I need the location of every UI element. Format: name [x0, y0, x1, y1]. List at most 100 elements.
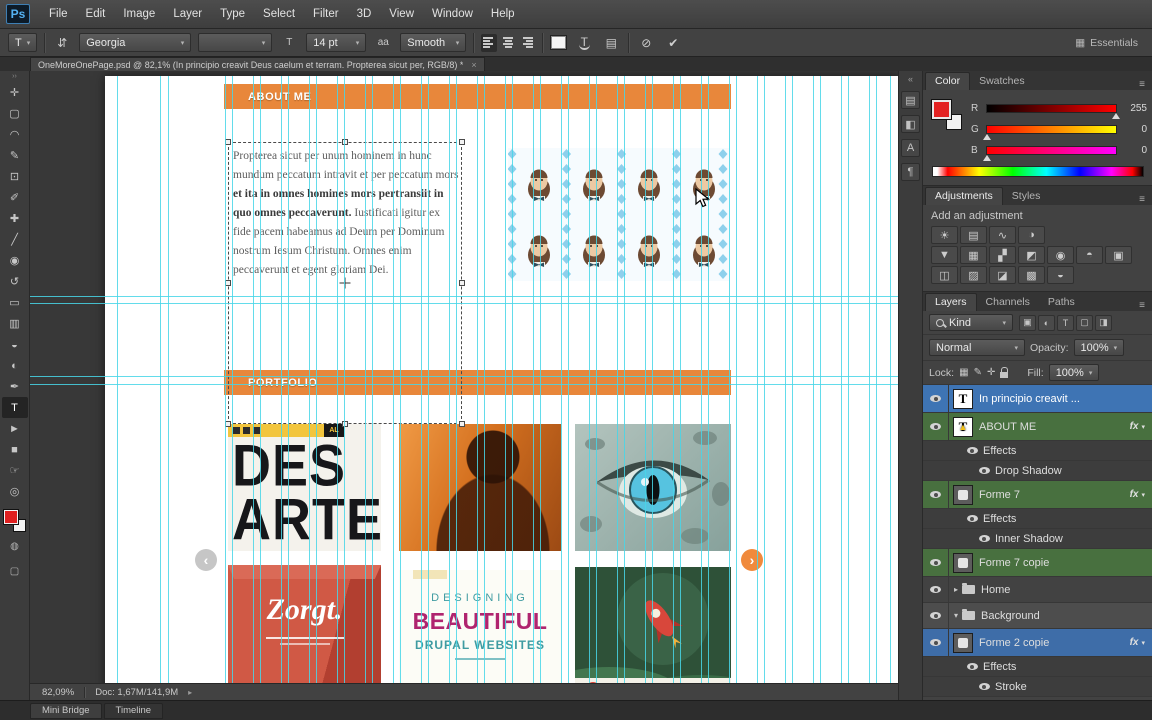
selective-color-adjustment-icon[interactable]: ◒ [1047, 266, 1074, 284]
levels-adjustment-icon[interactable]: ▤ [960, 226, 987, 244]
menu-help[interactable]: Help [482, 0, 524, 29]
panel-menu-icon[interactable]: ≡ [1132, 300, 1152, 311]
channel-mixer-adjustment-icon[interactable]: ◓ [1076, 246, 1103, 264]
smart-object-filter[interactable]: ◨ [1095, 314, 1112, 331]
visibility-eye-icon[interactable] [978, 683, 990, 690]
layer-row-effects[interactable]: Effects [923, 657, 1152, 677]
dodge-tool[interactable]: ◐ [2, 355, 28, 376]
lock-transparency[interactable]: ▦ [959, 367, 968, 378]
layer-row-stroke[interactable]: Stroke [923, 677, 1152, 697]
workspace-switcher[interactable]: ▦ Essentials [1075, 37, 1144, 49]
layer-row-inner-shadow[interactable]: Inner Shadow [923, 529, 1152, 549]
commit-edit-icon[interactable]: ✔ [663, 33, 683, 53]
eyedropper-tool[interactable]: ✐ [2, 187, 28, 208]
color-slider-b[interactable]: B0 [971, 140, 1147, 161]
layer-row-background[interactable]: ▾ Background [923, 603, 1152, 629]
font-size-select[interactable]: 14 pt ▾ [306, 33, 367, 52]
brush-tool[interactable]: ╱ [2, 229, 28, 250]
type-tool[interactable]: T [1, 397, 28, 418]
rectangular-marquee-tool[interactable]: ▢ [2, 103, 28, 124]
blend-mode-select[interactable]: Normal ▾ [929, 339, 1025, 356]
tool-preset-picker[interactable]: T ▾ [8, 33, 38, 52]
quick-selection-tool[interactable]: ✎ [2, 145, 28, 166]
visibility-eye-icon[interactable] [930, 586, 941, 593]
eraser-tool[interactable]: ▭ [2, 292, 28, 313]
tab-paths[interactable]: Paths [1039, 294, 1084, 311]
selection-handle[interactable] [459, 139, 465, 145]
menu-select[interactable]: Select [254, 0, 304, 29]
screen-mode-icon[interactable]: ▢ [2, 561, 28, 582]
pixel-layer-filter[interactable]: ▣ [1019, 314, 1036, 331]
layer-filter-select[interactable]: Kind ▾ [929, 314, 1013, 331]
toggle-panels-icon[interactable]: ▤ [601, 33, 621, 53]
selection-handle[interactable] [342, 139, 348, 145]
zoom-level[interactable]: 82,09% [42, 687, 74, 698]
lock-position[interactable]: ✛ [987, 367, 995, 378]
opacity-select[interactable]: 100% ▾ [1073, 339, 1125, 356]
expand-panels-icon[interactable]: « [908, 74, 913, 84]
adjustment-layer-filter[interactable]: ◐ [1038, 314, 1055, 331]
menu-type[interactable]: Type [211, 0, 254, 29]
clone-stamp-tool[interactable]: ◉ [2, 250, 28, 271]
menu-layer[interactable]: Layer [164, 0, 211, 29]
menu-image[interactable]: Image [114, 0, 164, 29]
selection-handle[interactable] [459, 280, 465, 286]
hand-tool[interactable]: ☞ [2, 460, 28, 481]
threshold-adjustment-icon[interactable]: ◪ [989, 266, 1016, 284]
toolbar-collapse-icon[interactable]: ›› [12, 73, 17, 80]
font-family-select[interactable]: Georgia ▾ [79, 33, 192, 52]
font-style-select[interactable]: ▾ [198, 33, 273, 52]
text-color-swatch[interactable] [550, 35, 568, 50]
tab-adjustments[interactable]: Adjustments [925, 187, 1003, 205]
invert-adjustment-icon[interactable]: ◫ [931, 266, 958, 284]
rectangle-tool[interactable]: ■ [2, 439, 28, 460]
document-canvas[interactable]: ABOUT ME Propterea sicut per unum homine… [30, 71, 898, 700]
layer-effects-badge[interactable]: fx ▾ [1130, 637, 1152, 648]
gradient-tool[interactable]: ▥ [2, 313, 28, 334]
cancel-edit-icon[interactable]: ⊘ [636, 33, 656, 53]
layer-effects-badge[interactable]: fx ▾ [1130, 489, 1152, 500]
text-orientation-icon[interactable]: ⇵ [52, 33, 72, 53]
status-flyout-icon[interactable]: ▸ [188, 688, 192, 697]
layer-effects-badge[interactable]: fx ▾ [1130, 421, 1152, 432]
group-expand-icon[interactable]: ▸ [954, 585, 958, 594]
layer-row-forme-7-copie[interactable]: Forme 7 copie [923, 549, 1152, 577]
layer-row-effects[interactable]: Effects [923, 509, 1152, 529]
posterize-adjustment-icon[interactable]: ▨ [960, 266, 987, 284]
crop-tool[interactable]: ⊡ [2, 166, 28, 187]
align-right-icon[interactable] [519, 34, 535, 52]
visibility-eye-icon[interactable] [930, 423, 941, 430]
carousel-next-button[interactable]: › [741, 549, 763, 571]
group-expand-icon[interactable]: ▾ [954, 611, 958, 620]
zoom-tool[interactable]: ◎ [2, 481, 28, 502]
vibrance-adjustment-icon[interactable]: ▼ [931, 246, 958, 264]
visibility-eye-icon[interactable] [930, 612, 941, 619]
properties-panel-icon[interactable]: ◧ [901, 115, 920, 133]
move-tool[interactable]: ✛ [2, 82, 28, 103]
layer-row-forme-7[interactable]: Forme 7 fx ▾ [923, 481, 1152, 509]
paragraph-panel-icon[interactable]: ¶ [901, 163, 920, 181]
bottom-tab-timeline[interactable]: Timeline [103, 702, 164, 719]
menu-file[interactable]: File [40, 0, 77, 29]
tab-swatches[interactable]: Swatches [970, 73, 1034, 90]
color-balance-adjustment-icon[interactable]: ▞ [989, 246, 1016, 264]
color-swatches-widget[interactable] [3, 510, 26, 532]
menu-edit[interactable]: Edit [77, 0, 115, 29]
visibility-eye-icon[interactable] [930, 559, 941, 566]
menu-window[interactable]: Window [423, 0, 482, 29]
visibility-eye-icon[interactable] [966, 663, 978, 670]
healing-brush-tool[interactable]: ✚ [2, 208, 28, 229]
pen-tool[interactable]: ✒ [2, 376, 28, 397]
color-lookup-adjustment-icon[interactable]: ▣ [1105, 246, 1132, 264]
layer-row-home[interactable]: ▸ Home [923, 577, 1152, 603]
color-panel-swatches[interactable] [932, 100, 962, 130]
tab-channels[interactable]: Channels [977, 294, 1039, 311]
history-brush-tool[interactable]: ↺ [2, 271, 28, 292]
black-white-adjustment-icon[interactable]: ◩ [1018, 246, 1045, 264]
menu-3d[interactable]: 3D [348, 0, 381, 29]
menu-filter[interactable]: Filter [304, 0, 348, 29]
panel-menu-icon[interactable]: ≡ [1132, 79, 1152, 90]
photo-filter-adjustment-icon[interactable]: ◉ [1047, 246, 1074, 264]
foreground-color-swatch[interactable] [3, 510, 18, 524]
gradient-map-adjustment-icon[interactable]: ▩ [1018, 266, 1045, 284]
